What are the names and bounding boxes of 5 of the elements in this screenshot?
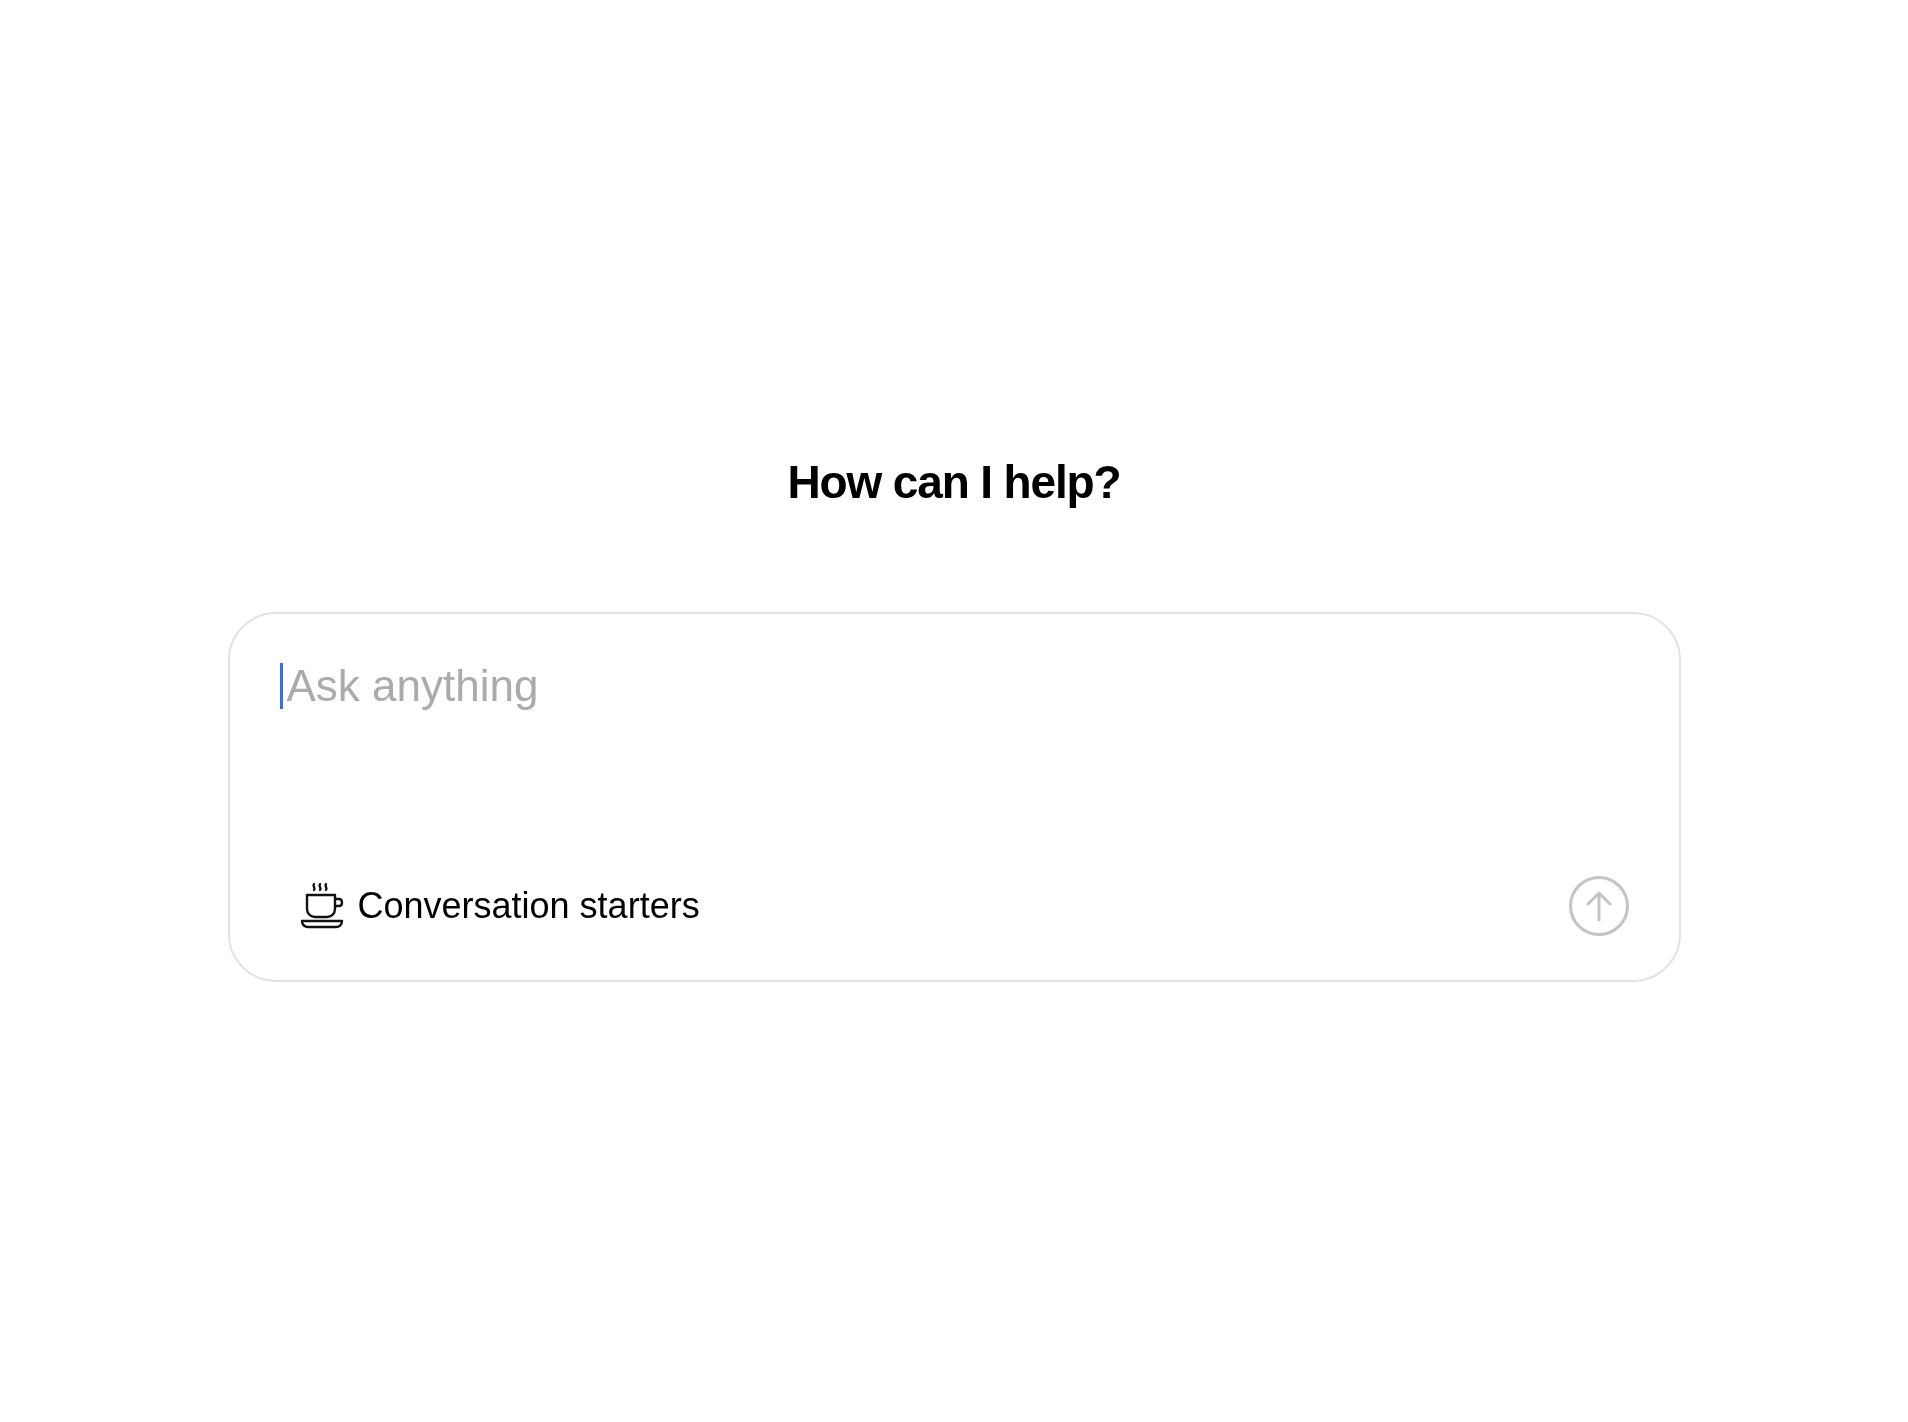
conversation-starters-button[interactable]: Conversation starters — [299, 879, 700, 933]
prompt-input[interactable]: Ask anything — [286, 658, 1629, 714]
coffee-cup-icon — [299, 881, 346, 931]
page-heading: How can I help? — [787, 455, 1121, 510]
arrow-up-icon — [1585, 890, 1612, 922]
